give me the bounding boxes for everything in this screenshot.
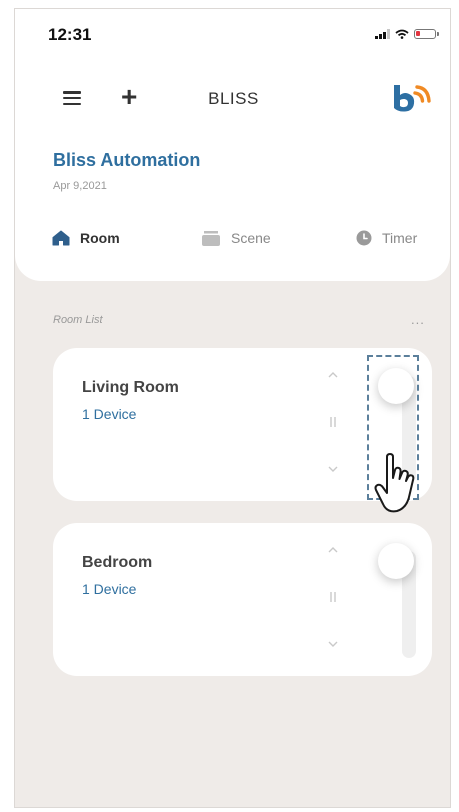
- pause-icon[interactable]: [326, 590, 340, 604]
- room-name: Living Room: [82, 379, 179, 396]
- signal-icon: [375, 29, 390, 39]
- battery-icon: [414, 29, 439, 39]
- pause-icon[interactable]: [326, 415, 340, 429]
- chevron-up-icon[interactable]: [326, 543, 340, 557]
- home-date: Apr 9,2021: [53, 180, 107, 192]
- status-time: 12:31: [48, 25, 92, 44]
- bliss-logo-icon: [394, 85, 431, 112]
- tab-room-label: Room: [80, 230, 120, 246]
- tab-timer[interactable]: Timer: [356, 230, 417, 246]
- phone-screen: 12:31 + BLISS Bliss Automation Apr 9,202…: [14, 8, 451, 808]
- room-device-count[interactable]: 1 Device: [82, 581, 136, 597]
- room-name: Bedroom: [82, 554, 153, 571]
- wifi-icon: [395, 29, 409, 39]
- room-list-label: Room List: [53, 314, 103, 326]
- more-options-icon[interactable]: ...: [411, 312, 425, 327]
- header-card: 12:31 + BLISS Bliss Automation Apr 9,202…: [15, 9, 450, 281]
- chevron-up-icon[interactable]: [326, 368, 340, 382]
- tab-timer-label: Timer: [382, 230, 418, 246]
- app-title: BLISS: [208, 89, 259, 108]
- scene-icon: [202, 231, 220, 246]
- chevron-down-icon[interactable]: [326, 462, 340, 476]
- clock-icon: [356, 230, 372, 246]
- room-card-living-room[interactable]: Living Room 1 Device: [53, 348, 432, 501]
- chevron-down-icon[interactable]: [326, 637, 340, 651]
- home-icon: [52, 230, 70, 246]
- tab-scene[interactable]: Scene: [201, 230, 271, 246]
- brightness-slider-knob[interactable]: [378, 368, 414, 404]
- home-name: Bliss Automation: [53, 150, 201, 170]
- tab-room[interactable]: Room: [52, 230, 120, 246]
- status-icons: [375, 29, 439, 39]
- room-device-count[interactable]: 1 Device: [82, 406, 136, 422]
- brightness-slider-knob[interactable]: [378, 543, 414, 579]
- room-card-bedroom[interactable]: Bedroom 1 Device: [53, 523, 432, 676]
- tab-scene-label: Scene: [231, 230, 271, 246]
